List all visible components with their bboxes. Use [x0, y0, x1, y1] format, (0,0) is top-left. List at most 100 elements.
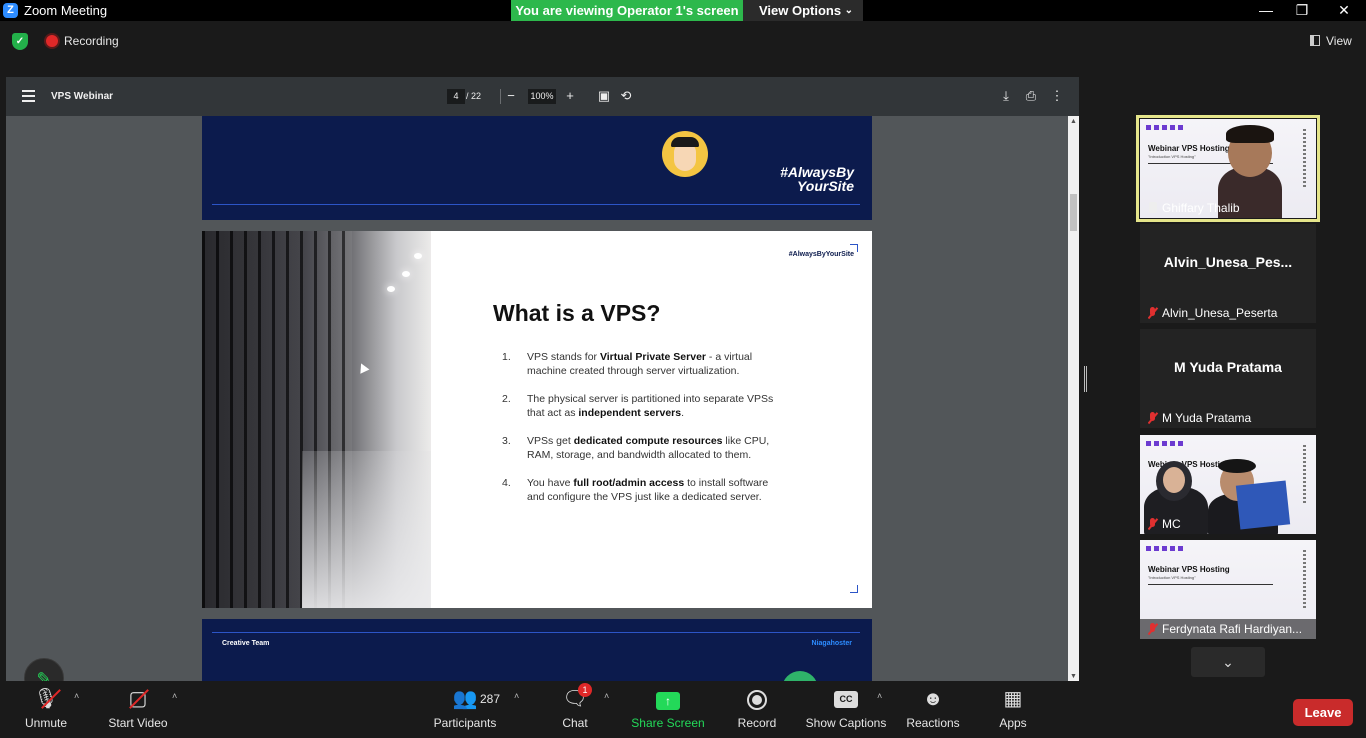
- shared-screen: VPS Webinar 4 / 22 − 100% + ▣ ⟲ ⤓ ⎙ ⋮ #A…: [6, 77, 1079, 681]
- zoom-out-icon[interactable]: −: [501, 86, 521, 106]
- list-item: 3. VPSs get dedicated compute resources l…: [502, 435, 770, 461]
- view-options-label: View Options: [759, 3, 842, 18]
- share-screen-icon: ↑: [630, 687, 706, 711]
- fit-page-icon[interactable]: ▣: [594, 86, 614, 106]
- unmute-label: Unmute: [24, 716, 68, 730]
- pdf-toolbar: VPS Webinar 4 / 22 − 100% + ▣ ⟲ ⤓ ⎙ ⋮: [6, 77, 1079, 116]
- gallery-scroll-down-button[interactable]: ⌄: [1191, 647, 1265, 677]
- scroll-thumb[interactable]: [1070, 194, 1077, 231]
- video-off-icon: ▢: [106, 687, 170, 711]
- restore-icon[interactable]: ❐: [1282, 0, 1322, 21]
- annotate-pencil-icon[interactable]: ✎: [24, 658, 64, 681]
- scroll-up-icon[interactable]: ▲: [1070, 118, 1077, 125]
- shield-check-icon[interactable]: ✓: [12, 33, 28, 50]
- list-item: 1. VPS stands for Virtual Private Server …: [502, 351, 753, 377]
- view-label: View: [1326, 34, 1352, 48]
- participant-name: MC: [1148, 517, 1308, 531]
- scrollbar[interactable]: ▲ ▼: [1068, 116, 1079, 681]
- participant-name: M Yuda Pratama: [1148, 411, 1308, 425]
- caret-up-icon: ˄: [172, 691, 178, 701]
- slide-footer-right: Niagahoster: [811, 640, 852, 647]
- participant-display-name: M Yuda Pratama: [1174, 359, 1282, 375]
- mic-muted-icon: [1148, 412, 1157, 424]
- view-options-button[interactable]: View Options ⌄: [743, 0, 863, 21]
- mic-muted-icon: 🎙: [18, 687, 74, 711]
- participants-icon: 👥 287: [452, 688, 501, 710]
- download-icon[interactable]: ⤓: [996, 86, 1016, 106]
- hashtag-line-1: #AlwaysBy: [780, 164, 854, 180]
- slide-page-3: #AlwaysBy YourSite: [202, 116, 872, 220]
- participant-tile[interactable]: M Yuda Pratama M Yuda Pratama: [1140, 329, 1316, 428]
- caret-up-icon: ˄: [514, 691, 520, 701]
- gallery-view-icon: [1310, 35, 1320, 46]
- participants-count: 287: [480, 692, 501, 706]
- start-video-button[interactable]: ▢ Start Video: [106, 687, 170, 730]
- chat-label: Chat: [562, 716, 588, 730]
- caret-up-icon: ˄: [877, 691, 883, 701]
- zoom-logo-icon: Z: [3, 3, 18, 18]
- vps-points-list: 1. VPS stands for Virtual Private Server …: [502, 350, 782, 518]
- smiley-icon: ☻: [922, 688, 944, 710]
- reactions-button[interactable]: ☻ Reactions: [904, 687, 962, 730]
- close-icon[interactable]: ✕: [1324, 0, 1364, 21]
- title-bar: Z Zoom Meeting You are viewing Operator …: [0, 0, 1366, 21]
- unmute-button[interactable]: 🎙 Unmute: [18, 687, 74, 730]
- apps-label: Apps: [999, 716, 1027, 730]
- participant-tile[interactable]: Webinar VPS Hosting "Introduction VPS Ho…: [1140, 540, 1316, 639]
- participants-button[interactable]: 👥 287 Participants: [432, 687, 501, 730]
- view-button[interactable]: View: [1310, 34, 1352, 48]
- scroll-down-icon[interactable]: ▼: [1070, 673, 1077, 680]
- caret-up-icon: ˄: [74, 691, 80, 701]
- show-captions-label: Show Captions: [805, 716, 887, 730]
- page-number-input[interactable]: 4: [447, 89, 465, 104]
- recording-dot-icon: [46, 35, 58, 47]
- chevron-down-icon: ⌄: [844, 5, 853, 16]
- more-options-icon[interactable]: ⋮: [1047, 86, 1067, 106]
- leave-button[interactable]: Leave: [1293, 699, 1353, 726]
- zoom-input[interactable]: 100%: [528, 89, 556, 104]
- panel-resize-handle[interactable]: [1084, 366, 1087, 392]
- participant-name: Ghiffary Thalib: [1148, 201, 1308, 215]
- slide-page-5: Creative Team Niagahoster: [202, 619, 872, 681]
- apps-icon: ▦: [1003, 688, 1023, 710]
- participant-name: Ferdynata Rafi Hardiyan...: [1148, 622, 1308, 636]
- share-screen-label: Share Screen: [631, 716, 705, 730]
- minimize-icon[interactable]: —: [1246, 0, 1286, 21]
- list-item: 2. The physical server is partitioned int…: [502, 393, 774, 419]
- page-total: / 22: [466, 91, 482, 101]
- hashtag-line-2: YourSite: [796, 178, 854, 194]
- show-captions-button[interactable]: CC Show Captions: [804, 687, 888, 730]
- participant-display-name: Alvin_Unesa_Pes...: [1163, 254, 1293, 270]
- participant-tile[interactable]: Webinar VPS Hosting MC: [1140, 435, 1316, 534]
- record-label: Record: [737, 716, 777, 730]
- mascot-avatar: [782, 671, 818, 681]
- zoom-in-icon[interactable]: +: [560, 86, 580, 106]
- slide-divider: [212, 632, 860, 633]
- chat-badge: 1: [578, 683, 592, 697]
- caret-up-icon: ˄: [604, 691, 610, 701]
- mic-muted-icon: [1148, 307, 1157, 319]
- window-title: Zoom Meeting: [24, 3, 108, 18]
- rotate-icon[interactable]: ⟲: [616, 86, 636, 106]
- captions-icon: CC: [804, 687, 888, 711]
- slide-hashtag: #AlwaysBy YourSite: [754, 165, 854, 193]
- apps-button[interactable]: ▦ Apps: [994, 687, 1032, 730]
- participant-tile[interactable]: Alvin_Unesa_Pes... Alvin_Unesa_Peserta: [1140, 224, 1316, 323]
- mascot-avatar: [662, 131, 708, 177]
- participant-tile-active-speaker[interactable]: Webinar VPS Hosting "Introduction VPS Ho…: [1136, 115, 1320, 222]
- raise-hand-icon: [1148, 202, 1157, 214]
- slide-page-4: #AlwaysByYourSite What is a VPS? 1. VPS s…: [202, 231, 872, 608]
- chat-icon: 🗨 1: [556, 683, 594, 711]
- print-icon[interactable]: ⎙: [1021, 86, 1041, 106]
- mic-muted-icon: [1148, 623, 1157, 635]
- status-row: ✓ Recording View: [0, 21, 1366, 61]
- recording-label[interactable]: Recording: [64, 34, 119, 48]
- menu-icon[interactable]: [22, 90, 35, 102]
- chat-button[interactable]: 🗨 1 Chat: [556, 683, 594, 730]
- reactions-label: Reactions: [906, 716, 960, 730]
- share-screen-button[interactable]: ↑ Share Screen: [630, 687, 706, 730]
- participant-name: Alvin_Unesa_Peserta: [1148, 306, 1308, 320]
- record-button[interactable]: Record: [735, 687, 779, 730]
- slide-footer-left: Creative Team: [222, 640, 270, 647]
- corner-mark: [850, 585, 858, 593]
